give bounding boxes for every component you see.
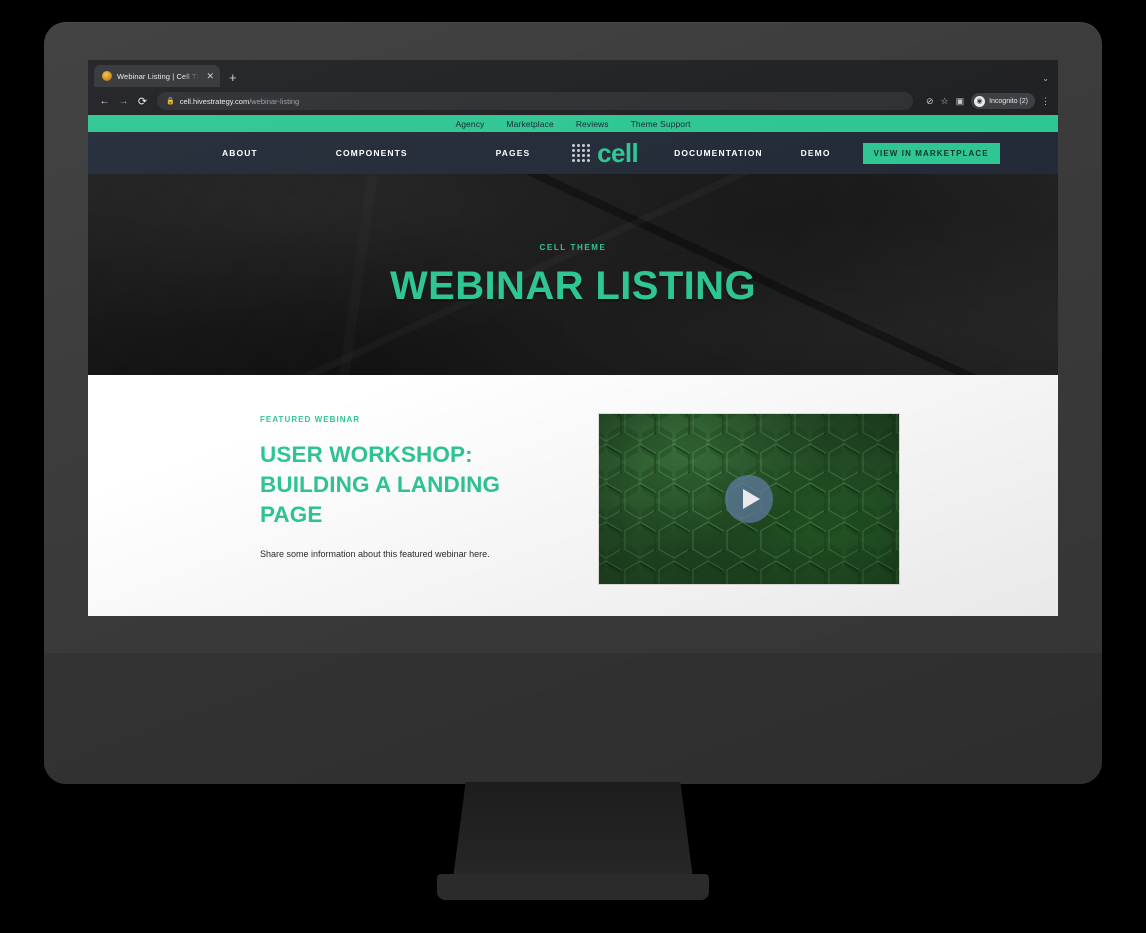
hex-dot-cluster-icon — [572, 144, 591, 162]
site-logo[interactable]: cell — [572, 138, 639, 168]
url-text: cell.hivestrategy.com/webinar-listing — [180, 97, 300, 106]
address-bar[interactable]: 🔒 cell.hivestrategy.com/webinar-listing — [157, 92, 913, 110]
url-path: /webinar-listing — [249, 96, 300, 106]
nav-item-about[interactable]: ABOUT — [222, 148, 258, 158]
play-icon[interactable] — [725, 475, 773, 523]
featured-webinar-section: FEATURED WEBINAR USER WORKSHOP: BUILDING… — [88, 375, 1058, 616]
monitor-bezel-chin — [44, 653, 1102, 784]
monitor-scene: Webinar Listing | Cell Theme | ✕ + ⌄ ← →… — [0, 0, 1146, 933]
bookmark-star-icon[interactable]: ☆ — [940, 96, 948, 107]
utility-link-marketplace[interactable]: Marketplace — [506, 119, 553, 129]
hide-icon[interactable]: ⊘ — [926, 96, 934, 107]
featured-eyebrow: FEATURED WEBINAR — [260, 415, 361, 424]
chevron-down-icon[interactable]: ⌄ — [1042, 74, 1049, 83]
incognito-indicator[interactable]: ◉ Incognito (2) — [971, 93, 1035, 109]
incognito-avatar-icon: ◉ — [974, 95, 986, 107]
hero-content: CELL THEME WEBINAR LISTING — [390, 243, 756, 306]
utility-link-agency[interactable]: Agency — [455, 119, 484, 129]
view-in-marketplace-button[interactable]: VIEW IN MARKETPLACE — [862, 142, 1000, 164]
browser-menu-icon[interactable]: ⋮ — [1041, 96, 1050, 107]
nav-item-documentation[interactable]: DOCUMENTATION — [674, 148, 763, 158]
incognito-label: Incognito (2) — [989, 97, 1028, 105]
tab-title: Webinar Listing | Cell Theme | — [117, 71, 200, 81]
forward-icon[interactable]: → — [114, 92, 133, 111]
side-panel-icon[interactable]: ▣ — [956, 96, 965, 107]
logo-wordmark: cell — [597, 138, 639, 168]
close-icon[interactable]: ✕ — [204, 71, 214, 81]
hero-banner: CELL THEME WEBINAR LISTING — [88, 174, 1058, 375]
main-navigation: ABOUT COMPONENTS PAGES cell DOCUMENTATIO… — [88, 132, 1058, 174]
featured-video-thumbnail[interactable] — [598, 413, 900, 585]
featured-webinar-text: FEATURED WEBINAR USER WORKSHOP: BUILDING… — [260, 413, 560, 561]
utility-link-theme-support[interactable]: Theme Support — [631, 119, 691, 129]
url-domain: cell.hivestrategy.com — [179, 96, 250, 106]
back-icon[interactable]: ← — [95, 92, 114, 111]
browser-window: Webinar Listing | Cell Theme | ✕ + ⌄ ← →… — [88, 60, 1058, 616]
featured-webinar-description: Share some information about this featur… — [260, 548, 490, 559]
utility-link-reviews[interactable]: Reviews — [576, 119, 609, 129]
browser-toolbar: ← → ⟳ 🔒 cell.hivestrategy.com/webinar-li… — [88, 87, 1058, 115]
new-tab-icon[interactable]: + — [229, 71, 237, 84]
monitor-stand-base — [437, 874, 709, 900]
featured-webinar-title: USER WORKSHOP: BUILDING A LANDING PAGE — [260, 442, 501, 527]
nav-item-pages[interactable]: PAGES — [496, 148, 531, 158]
play-triangle — [742, 489, 760, 509]
tab-strip: Webinar Listing | Cell Theme | ✕ + ⌄ — [88, 60, 1058, 87]
nav-item-components[interactable]: COMPONENTS — [336, 148, 408, 158]
browser-chrome: Webinar Listing | Cell Theme | ✕ + ⌄ ← →… — [88, 60, 1058, 115]
site-favicon-icon — [102, 71, 112, 81]
utility-nav-bar: Agency Marketplace Reviews Theme Support — [88, 115, 1058, 132]
lock-icon: 🔒 — [166, 98, 175, 105]
nav-item-demo[interactable]: DEMO — [801, 148, 831, 158]
page-title: WEBINAR LISTING — [390, 264, 756, 308]
reload-icon[interactable]: ⟳ — [133, 92, 152, 111]
hero-eyebrow: CELL THEME — [539, 243, 607, 252]
browser-tab[interactable]: Webinar Listing | Cell Theme | ✕ — [94, 65, 220, 87]
